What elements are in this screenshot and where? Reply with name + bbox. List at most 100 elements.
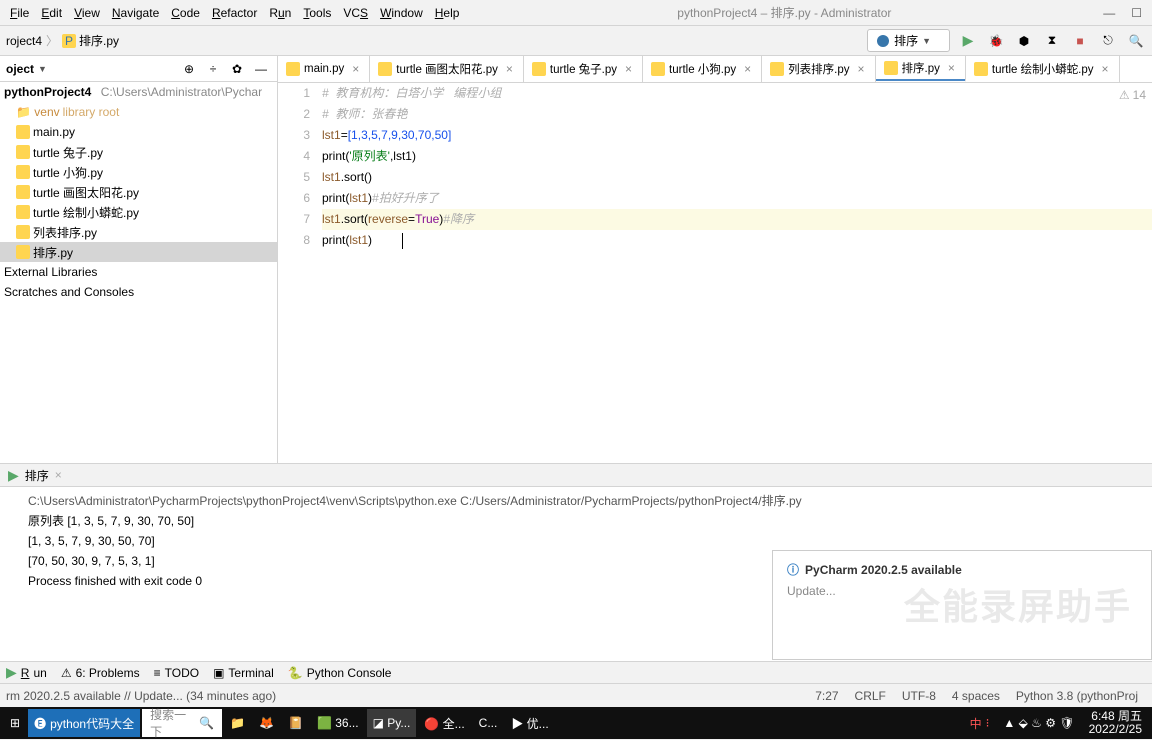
tab-todo[interactable]: ≡ TODO (154, 666, 199, 680)
run-tab-label[interactable]: 排序 (25, 467, 49, 484)
breadcrumb-project[interactable]: roject4 (6, 34, 42, 48)
python-icon (876, 34, 890, 48)
tab-terminal[interactable]: ▣ Terminal (213, 666, 274, 680)
window-title: pythonProject4 – 排序.py - Administrator (465, 4, 1103, 21)
breadcrumb: roject4 〉 P 排序.py (6, 32, 119, 49)
python-file-icon: P (62, 34, 76, 48)
settings-icon[interactable]: ✿ (227, 59, 247, 79)
nav-bar: roject4 〉 P 排序.py 排序 ▼ ▶ 🐞 ⬢ ⧗ ■ ⎋ 🔍 (0, 26, 1152, 56)
status-interpreter[interactable]: Python 3.8 (pythonProj (1008, 689, 1146, 703)
menu-run[interactable]: Run (263, 6, 297, 20)
editor-tab[interactable]: turtle 画图太阳花.py× (370, 56, 524, 82)
menu-vcs[interactable]: VCS (337, 6, 374, 20)
close-icon[interactable]: × (858, 62, 865, 76)
menu-navigate[interactable]: Navigate (106, 6, 165, 20)
code-editor[interactable]: 12345678 # 教育机构：白塔小学 编程小组# 教师：张春艳lst1=[1… (278, 83, 1152, 463)
menu-file[interactable]: File (4, 6, 35, 20)
tab-run[interactable]: ▶Run (6, 664, 47, 681)
sidebar-title: oject (6, 62, 34, 76)
update-notification[interactable]: ⓘPyCharm 2020.2.5 available Update... (772, 550, 1152, 660)
windows-taskbar: ⊞ 🅔 python代码大全 搜索一下 🔍 📁 🦊 📔 🟩 36... ◪ Py… (0, 707, 1152, 739)
ime-indicator[interactable]: 中 ⁝ (964, 709, 996, 737)
menu-code[interactable]: Code (165, 6, 206, 20)
editor-tab[interactable]: 列表排序.py× (762, 56, 875, 82)
menu-tools[interactable]: Tools (297, 6, 337, 20)
tree-item[interactable]: 排序.py (0, 242, 277, 262)
tray-clock[interactable]: 6:48 周五2022/2/25 (1083, 710, 1148, 736)
close-icon[interactable]: × (506, 62, 513, 76)
vcs-button[interactable]: ⎋ (1098, 31, 1118, 51)
menu-view[interactable]: View (68, 6, 106, 20)
task-search[interactable]: 搜索一下 🔍 (142, 709, 222, 737)
svg-text:P: P (65, 34, 73, 48)
menu-bar: File Edit View Navigate Code Refactor Ru… (0, 0, 1152, 26)
tree-external-libs[interactable]: External Libraries (0, 262, 277, 282)
task-youku[interactable]: ▶ 优... (505, 709, 554, 737)
tree-item[interactable]: turtle 小狗.py (0, 162, 277, 182)
editor-tab[interactable]: turtle 兔子.py× (524, 56, 643, 82)
status-caret[interactable]: 7:27 (807, 689, 846, 703)
task-note[interactable]: 📔 (282, 709, 309, 737)
run-config-selector[interactable]: 排序 ▼ (867, 29, 950, 52)
project-tree[interactable]: pythonProject4 C:\Users\Administrator\Py… (0, 82, 277, 463)
status-bar: rm 2020.2.5 available // Update... (34 m… (0, 683, 1152, 707)
tab-python-console[interactable]: 🐍 Python Console (288, 666, 392, 680)
tree-root[interactable]: pythonProject4 C:\Users\Administrator\Py… (0, 82, 277, 102)
menu-edit[interactable]: Edit (35, 6, 68, 20)
maximize-icon[interactable]: ☐ (1131, 6, 1142, 20)
task-pycharm[interactable]: ◪ Py... (367, 709, 417, 737)
tree-scratches[interactable]: Scratches and Consoles (0, 282, 277, 302)
editor-tab[interactable]: turtle 绘制小蟒蛇.py× (966, 56, 1120, 82)
tree-item[interactable]: 📁 venv library root (0, 102, 277, 122)
project-sidebar: oject ▼ ⊕ ÷ ✿ — pythonProject4 C:\Users\… (0, 56, 278, 463)
tree-item[interactable]: turtle 兔子.py (0, 142, 277, 162)
hide-icon[interactable]: — (251, 59, 271, 79)
editor-tab[interactable]: turtle 小狗.py× (643, 56, 762, 82)
info-icon: ⓘ (787, 561, 799, 578)
tree-item[interactable]: turtle 绘制小蟒蛇.py (0, 202, 277, 222)
status-eol[interactable]: CRLF (847, 689, 894, 703)
profile-button[interactable]: ⧗ (1042, 31, 1062, 51)
close-icon[interactable]: × (948, 61, 955, 75)
close-icon[interactable]: × (744, 62, 751, 76)
menu-window[interactable]: Window (374, 6, 429, 20)
tree-item[interactable]: main.py (0, 122, 277, 142)
status-encoding[interactable]: UTF-8 (894, 689, 944, 703)
tree-item[interactable]: turtle 画图太阳花.py (0, 182, 277, 202)
task-browser[interactable]: 🅔 python代码大全 (28, 709, 140, 737)
editor-tab[interactable]: main.py× (278, 56, 370, 82)
run-button[interactable]: ▶ (958, 31, 978, 51)
minimize-icon[interactable]: — (1103, 6, 1115, 20)
editor-tabs: main.py×turtle 画图太阳花.py×turtle 兔子.py×tur… (278, 56, 1152, 83)
collapse-icon[interactable]: ÷ (203, 59, 223, 79)
close-icon[interactable]: × (352, 62, 359, 76)
menu-help[interactable]: Help (429, 6, 466, 20)
run-tab-close[interactable]: × (55, 468, 62, 482)
bottom-toolbar: ▶Run ⚠ 6: Problems ≡ TODO ▣ Terminal 🐍 P… (0, 661, 1152, 683)
run-tab-icon: ▶ (8, 467, 19, 484)
close-icon[interactable]: × (625, 62, 632, 76)
locate-icon[interactable]: ⊕ (179, 59, 199, 79)
close-icon[interactable]: × (1102, 62, 1109, 76)
task-firefox[interactable]: 🦊 (253, 709, 280, 737)
tree-item[interactable]: 列表排序.py (0, 222, 277, 242)
status-indent[interactable]: 4 spaces (944, 689, 1008, 703)
warning-badge[interactable]: ⚠ 14 (1119, 85, 1146, 106)
tab-problems[interactable]: ⚠ 6: Problems (61, 666, 140, 680)
task-360[interactable]: 🟩 36... (311, 709, 365, 737)
task-folder[interactable]: 📁 (224, 709, 251, 737)
search-button[interactable]: 🔍 (1126, 31, 1146, 51)
menu-refactor[interactable]: Refactor (206, 6, 263, 20)
update-link[interactable]: Update... (787, 584, 1137, 598)
breadcrumb-file[interactable]: P 排序.py (62, 32, 119, 49)
task-recorder[interactable]: 🔴 全... (418, 709, 470, 737)
task-c[interactable]: C... (473, 709, 504, 737)
tray-icons[interactable]: ▲ ⬙ ♨ ⚙ 🛡 (997, 709, 1080, 737)
coverage-button[interactable]: ⬢ (1014, 31, 1034, 51)
stop-button[interactable]: ■ (1070, 31, 1090, 51)
editor-tab[interactable]: 排序.py× (876, 56, 966, 82)
start-button[interactable]: ⊞ (4, 709, 26, 737)
status-message[interactable]: rm 2020.2.5 available // Update... (34 m… (6, 689, 807, 703)
run-panel-header: ▶ 排序 × (0, 463, 1152, 487)
debug-button[interactable]: 🐞 (986, 31, 1006, 51)
